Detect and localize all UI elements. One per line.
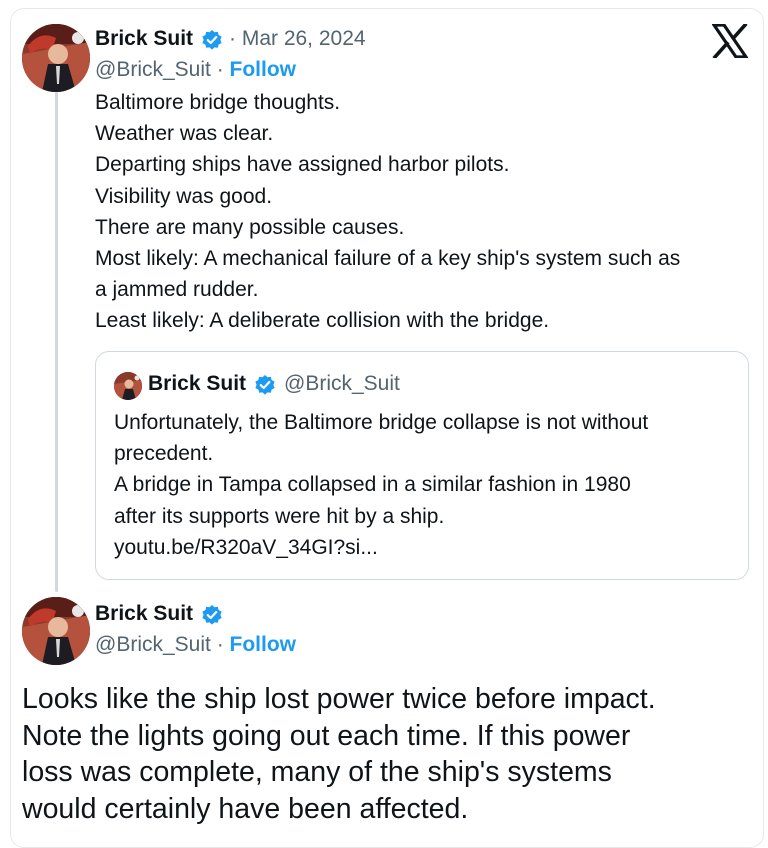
separator-dot: · [210, 633, 230, 656]
tweet-line: Most likely: A mechanical failure of a k… [95, 247, 681, 271]
reply-author-name[interactable]: Brick Suit [95, 601, 193, 627]
reply-follow-button[interactable]: Follow [230, 633, 297, 656]
tweet-line: Least likely: A deliberate collision wit… [95, 309, 550, 333]
reply-handle-row: @Brick_Suit · Follow [95, 632, 296, 658]
quoted-line: precedent. [114, 442, 214, 466]
verified-badge-icon [202, 605, 222, 625]
quoted-author-name[interactable]: Brick Suit [148, 371, 246, 397]
thread-connector-line [55, 92, 58, 592]
quoted-line: after its supports were hit by a ship. [114, 504, 445, 528]
tweet-date[interactable]: · Mar 26, 2024 [229, 26, 366, 52]
verified-badge-icon [255, 375, 275, 395]
reply-line: Note the lights going out each time. If … [22, 719, 631, 752]
quoted-line: A bridge in Tampa collapsed in a similar… [114, 473, 631, 497]
quoted-author-handle[interactable]: @Brick_Suit [284, 371, 400, 397]
tweet-line: a jammed rudder. [95, 278, 259, 302]
reply-line: loss was complete, many of the ship's sy… [22, 756, 612, 788]
reply-author-handle[interactable]: @Brick_Suit [95, 633, 211, 656]
reply-author-avatar[interactable] [22, 597, 90, 665]
reply-tweet-body: Looks like the ship lost power twice bef… [22, 681, 752, 827]
quoted-tweet-body: Unfortunately, the Baltimore bridge coll… [114, 407, 734, 563]
quoted-author-avatar[interactable] [114, 372, 142, 400]
follow-button[interactable]: Follow [230, 58, 297, 81]
tweet-line: Weather was clear. [95, 122, 274, 146]
tweet-line: Visibility was good. [95, 184, 273, 208]
author-handle-row: @Brick_Suit · Follow [95, 57, 296, 83]
tweet-line: There are many possible causes. [95, 215, 405, 239]
verified-badge-icon [202, 30, 222, 50]
x-logo-icon[interactable] [712, 24, 748, 58]
quoted-line: Unfortunately, the Baltimore bridge coll… [114, 411, 649, 434]
tweet-line: Departing ships have assigned harbor pil… [95, 153, 510, 177]
reply-line: Looks like the ship lost power twice bef… [22, 683, 656, 715]
quoted-tweet-card[interactable]: Brick Suit @Brick_Suit Unfortunately, th… [95, 351, 749, 580]
author-name[interactable]: Brick Suit [95, 26, 193, 52]
separator-dot: · [210, 58, 230, 81]
author-handle[interactable]: @Brick_Suit [95, 58, 211, 81]
quoted-link[interactable]: youtu.be/R320aV_34GI?si... [114, 532, 734, 563]
reply-line: would certainly have been affected. [22, 792, 469, 825]
tweet-body: Baltimore bridge thoughts. Weather was c… [95, 87, 755, 337]
author-avatar[interactable] [22, 24, 90, 92]
tweet-line: Baltimore bridge thoughts. [95, 91, 341, 114]
